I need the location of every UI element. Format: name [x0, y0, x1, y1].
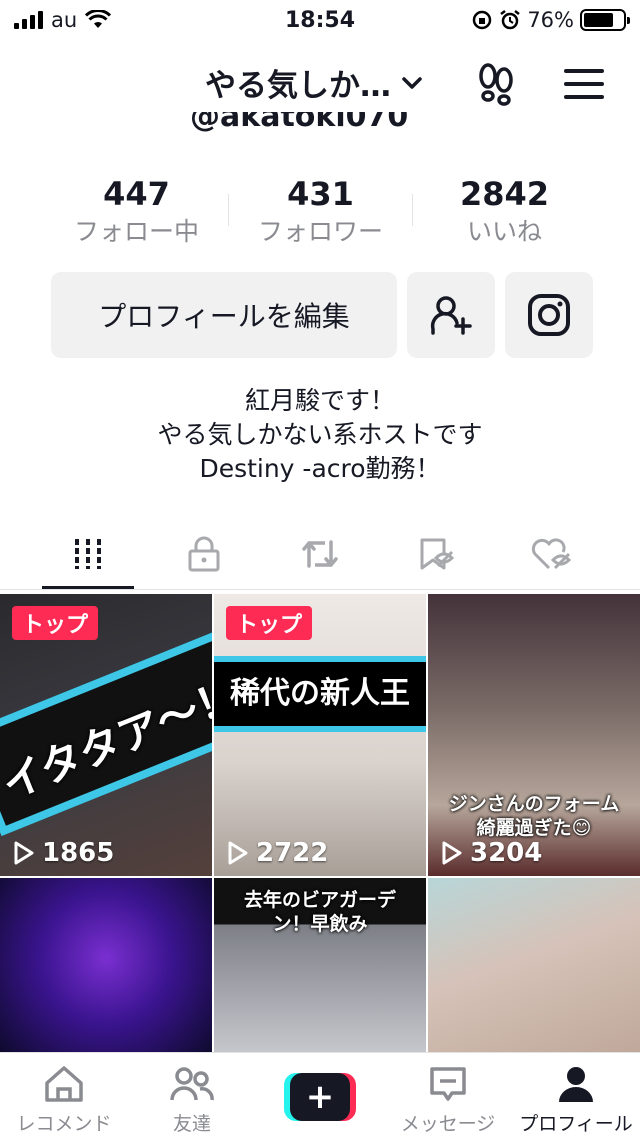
status-right: 76%	[471, 8, 630, 32]
stat-likes[interactable]: 2842 いいね	[413, 174, 596, 250]
status-left: au	[14, 8, 112, 32]
profile-actions: プロフィールを編集	[51, 272, 593, 358]
video-thumbnail[interactable]: 去年のビアガーデ ン！早飲み	[214, 878, 426, 1056]
videos-grid-icon	[75, 538, 101, 569]
hamburger-menu-icon	[564, 69, 604, 99]
rotation-lock-icon	[473, 10, 492, 30]
view-count: 2722	[226, 838, 328, 868]
bookmark-hidden-icon	[420, 538, 455, 569]
add-friends-button[interactable]	[407, 272, 495, 358]
nav-label: 友達	[172, 1113, 211, 1135]
video-thumbnail[interactable]	[0, 878, 212, 1056]
likes-count: 2842	[459, 175, 550, 213]
caption-line: 去年のビアガーデ	[243, 889, 396, 911]
carrier-label: au	[51, 8, 78, 32]
video-thumbnail[interactable]: イタタア〜！ トップ 1865	[0, 594, 212, 876]
pinned-badge: トップ	[12, 606, 99, 640]
edit-profile-button[interactable]: プロフィールを編集	[51, 272, 397, 358]
bio-line: Destiny -acro勤務！	[199, 454, 441, 483]
followers-count: 431	[287, 175, 354, 213]
nav-label: プロフィール	[519, 1113, 633, 1135]
tab-reposts[interactable]	[262, 518, 378, 589]
likes-label: いいね	[466, 217, 542, 246]
tab-liked[interactable]	[494, 518, 610, 589]
heart-hidden-icon	[531, 537, 572, 569]
view-count-value: 2722	[256, 838, 329, 868]
profile-icon	[559, 1067, 593, 1102]
wifi-icon	[85, 10, 112, 28]
profile-header: やる気しか…	[0, 52, 640, 112]
following-count: 447	[103, 175, 170, 213]
home-icon	[45, 1066, 83, 1102]
signal-icon	[14, 11, 43, 29]
nav-create[interactable]: +	[256, 1053, 384, 1136]
content-tabs	[0, 518, 640, 590]
play-icon	[14, 841, 34, 865]
friends-icon	[170, 1067, 214, 1101]
caption-line: ン！早飲み	[272, 913, 368, 935]
bottom-navigation: レコメンド 友達 + メッセージ プロフィール	[0, 1052, 640, 1136]
account-switcher[interactable]: やる気しか…	[205, 60, 423, 105]
video-caption: 去年のビアガーデ ン！早飲み	[214, 888, 426, 936]
footprints-button[interactable]	[474, 62, 518, 106]
nav-home[interactable]: レコメンド	[0, 1053, 128, 1136]
bio-line: 紅月駿です！	[244, 386, 395, 415]
view-count: 3204	[440, 838, 542, 868]
nav-friends[interactable]: 友達	[128, 1053, 256, 1136]
bio-line: やる気しかない系ホストです	[157, 420, 483, 449]
view-count-value: 1865	[42, 838, 115, 868]
menu-button[interactable]	[562, 62, 606, 106]
nav-label: レコメンド	[16, 1113, 112, 1135]
create-icon: +	[284, 1073, 356, 1121]
play-icon	[228, 841, 248, 865]
pinned-badge: トップ	[226, 606, 313, 640]
tab-private[interactable]	[146, 518, 262, 589]
nav-messages[interactable]: メッセージ	[384, 1053, 512, 1136]
view-count: 1865	[12, 838, 114, 868]
play-icon	[442, 841, 462, 865]
video-thumbnail[interactable]: 稀代の新人王 トップ 2722	[214, 594, 426, 876]
instagram-button[interactable]	[505, 272, 593, 358]
add-user-icon	[430, 296, 472, 335]
username-title: やる気しか…	[205, 68, 391, 104]
tab-favorites[interactable]	[378, 518, 494, 589]
view-count-value: 3204	[470, 838, 543, 868]
chevron-down-icon	[402, 76, 422, 89]
video-thumbnail[interactable]: ジンさんのフォーム 綺麗過ぎた😊 3204	[428, 594, 640, 876]
nav-profile[interactable]: プロフィール	[512, 1053, 640, 1136]
lock-icon	[188, 536, 220, 571]
footprints-icon	[479, 63, 513, 106]
video-caption: 稀代の新人王	[230, 676, 410, 711]
repost-icon	[302, 539, 338, 568]
caption-line: ジンさんのフォーム	[448, 793, 620, 815]
video-thumbnail[interactable]	[428, 878, 640, 1056]
battery-percent: 76%	[527, 8, 574, 32]
instagram-icon	[528, 294, 570, 336]
battery-fill	[584, 13, 613, 27]
battery-icon	[580, 9, 630, 31]
profile-handle: @akatoki070	[190, 112, 409, 134]
tab-videos[interactable]	[30, 518, 146, 589]
following-label: フォロー中	[73, 217, 199, 246]
profile-stats: 447 フォロー中 431 フォロワー 2842 いいね	[0, 174, 640, 250]
video-caption: ジンさんのフォーム 綺麗過ぎた😊	[428, 792, 640, 840]
stat-following[interactable]: 447 フォロー中	[45, 174, 228, 250]
message-icon	[430, 1067, 466, 1101]
nav-label: メッセージ	[400, 1113, 496, 1135]
followers-label: フォロワー	[257, 217, 383, 246]
caption-line: 綺麗過ぎた😊	[476, 817, 592, 839]
stat-followers[interactable]: 431 フォロワー	[229, 174, 412, 250]
alarm-icon	[500, 10, 521, 30]
video-grid: イタタア〜！ トップ 1865 稀代の新人王 トップ 2722 ジンさんのフォー…	[0, 594, 640, 1056]
profile-bio: 紅月駿です！ やる気しかない系ホストです Destiny -acro勤務！	[0, 384, 640, 486]
status-bar: au 18:54 76%	[0, 0, 640, 40]
